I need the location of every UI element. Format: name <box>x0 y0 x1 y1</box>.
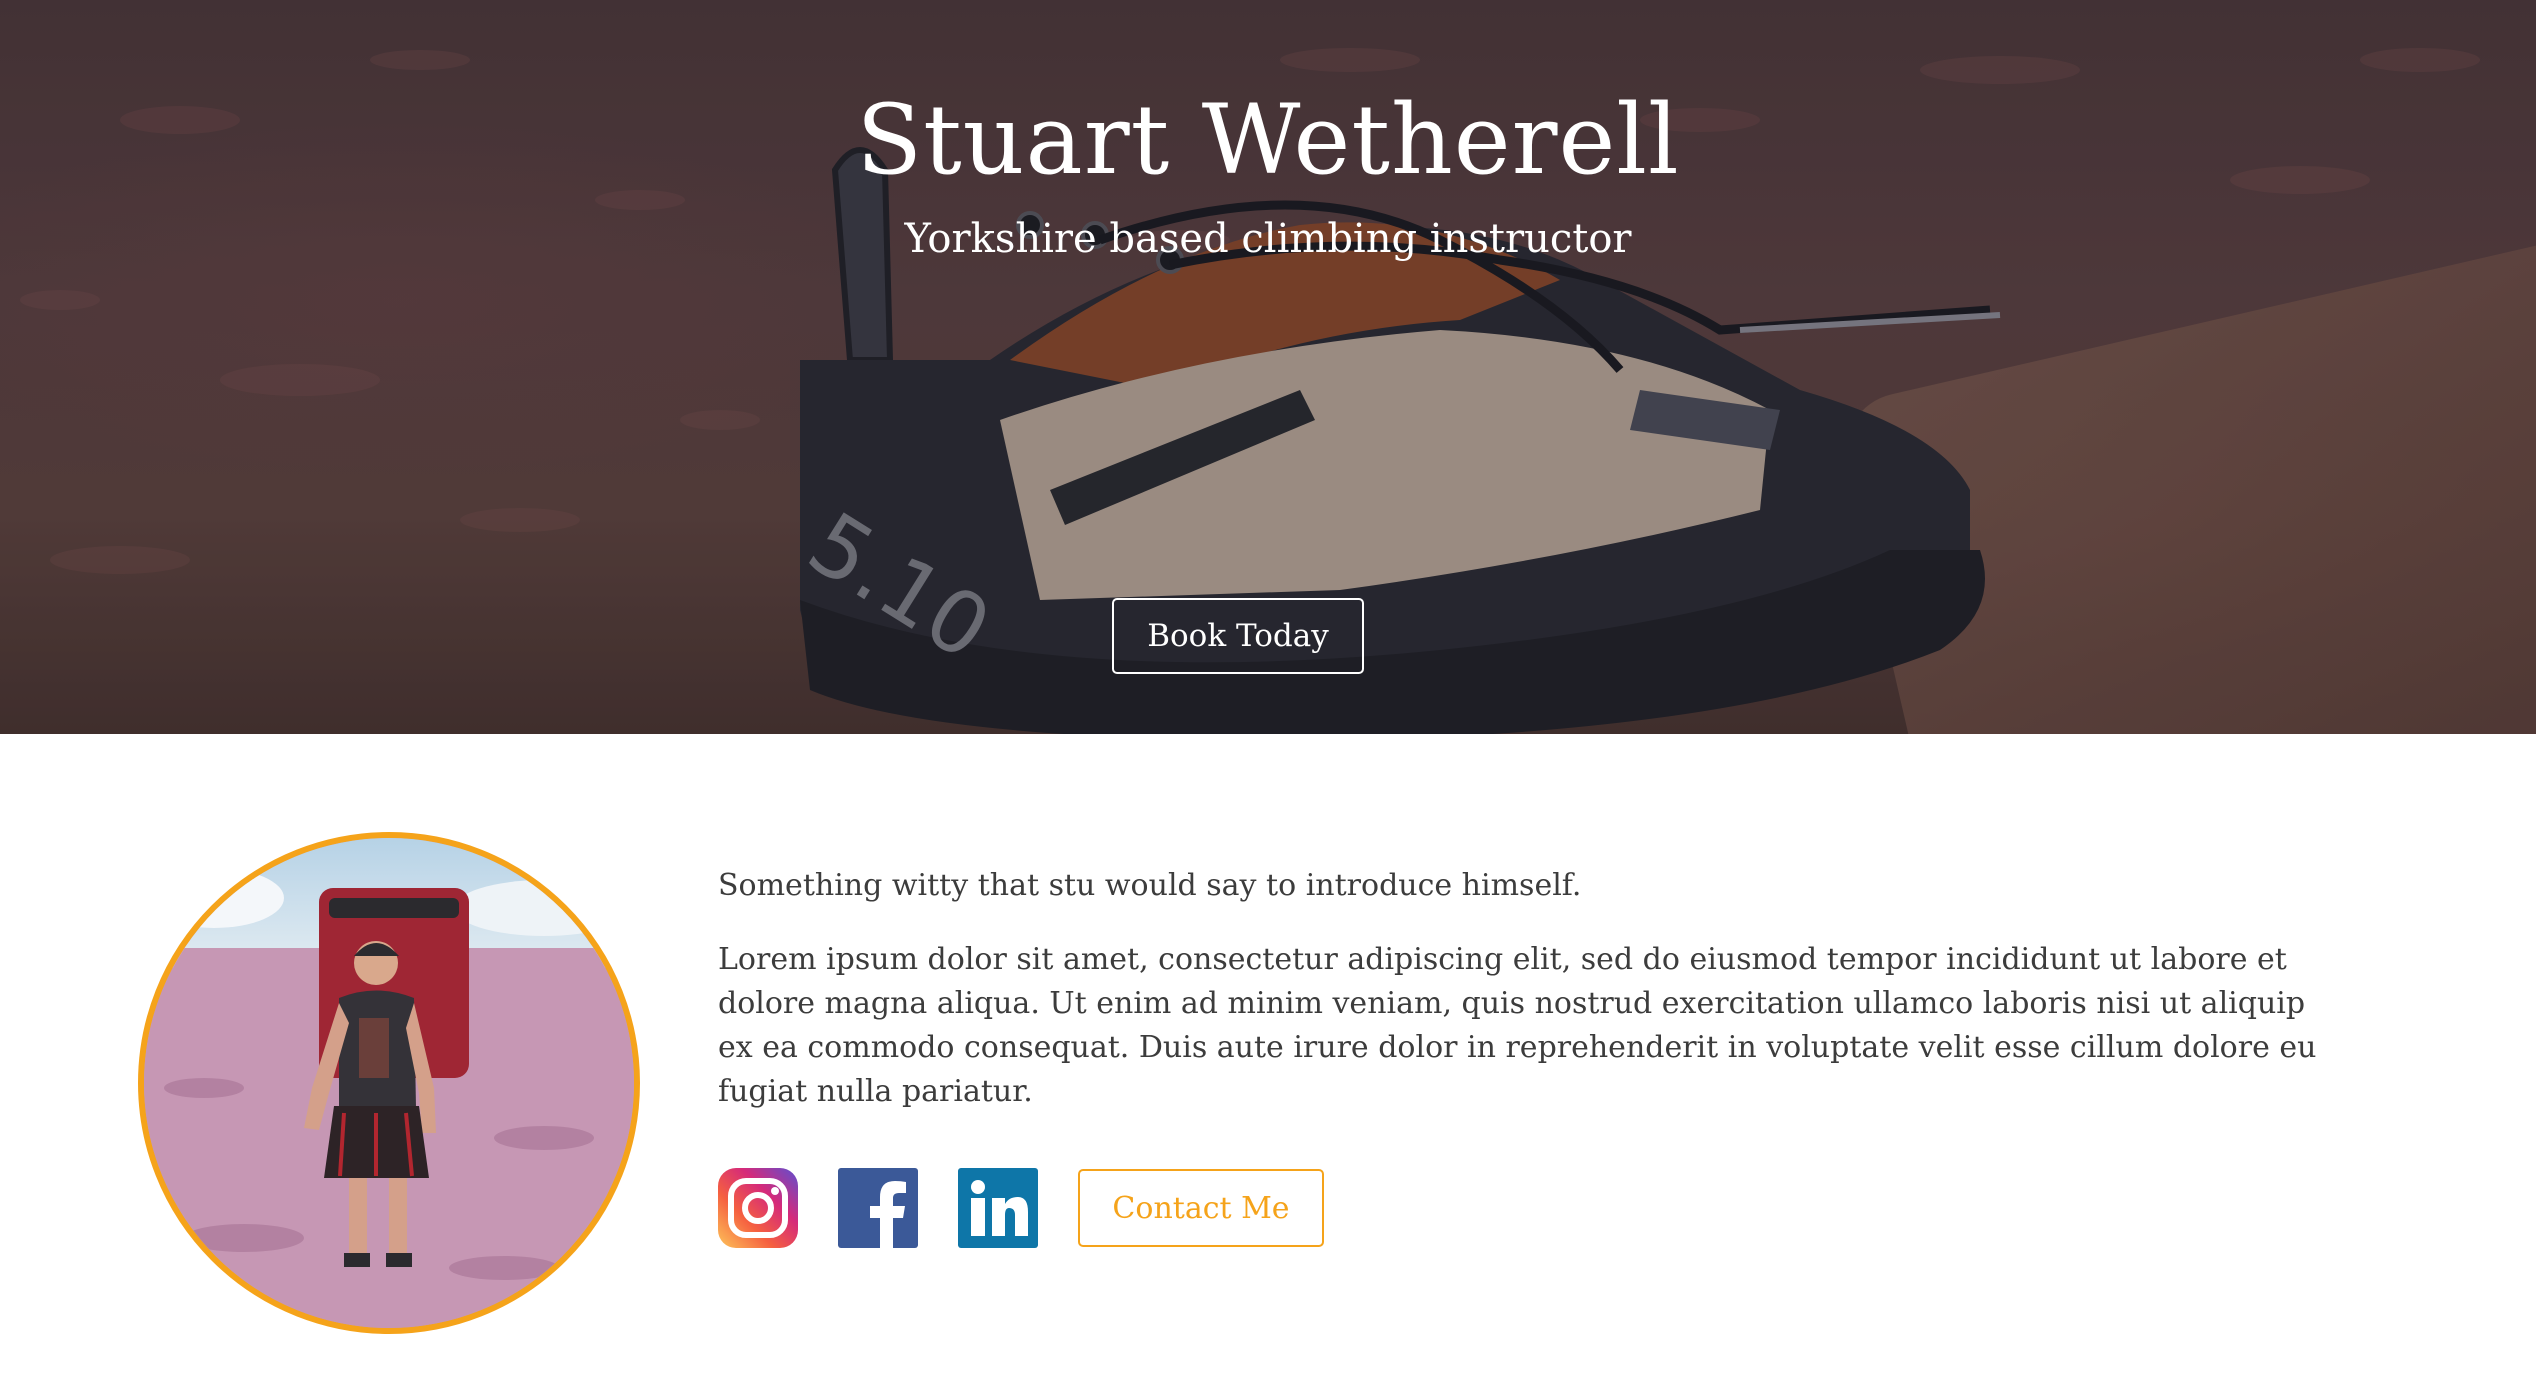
linkedin-link[interactable] <box>958 1168 1038 1248</box>
facebook-icon <box>838 1168 918 1248</box>
profile-photo <box>138 832 640 1334</box>
contact-me-button[interactable]: Contact Me <box>1078 1169 1324 1247</box>
page-title: Stuart Wetherell <box>856 84 1680 196</box>
hero-section: 5.10 Stuart Wetherell Yorkshire based cl… <box>0 0 2536 734</box>
climber-portrait-image <box>144 838 634 1328</box>
book-today-button[interactable]: Book Today <box>1112 598 1364 674</box>
page-subtitle: Yorkshire based climbing instructor <box>904 216 1632 262</box>
about-body-text: Lorem ipsum dolor sit amet, consectetur … <box>718 942 2317 1109</box>
facebook-link[interactable] <box>838 1168 918 1248</box>
intro-text: Something witty that stu would say to in… <box>718 868 1582 903</box>
instagram-icon <box>718 1168 798 1248</box>
instagram-link[interactable] <box>718 1168 798 1248</box>
linkedin-icon <box>958 1168 1038 1248</box>
